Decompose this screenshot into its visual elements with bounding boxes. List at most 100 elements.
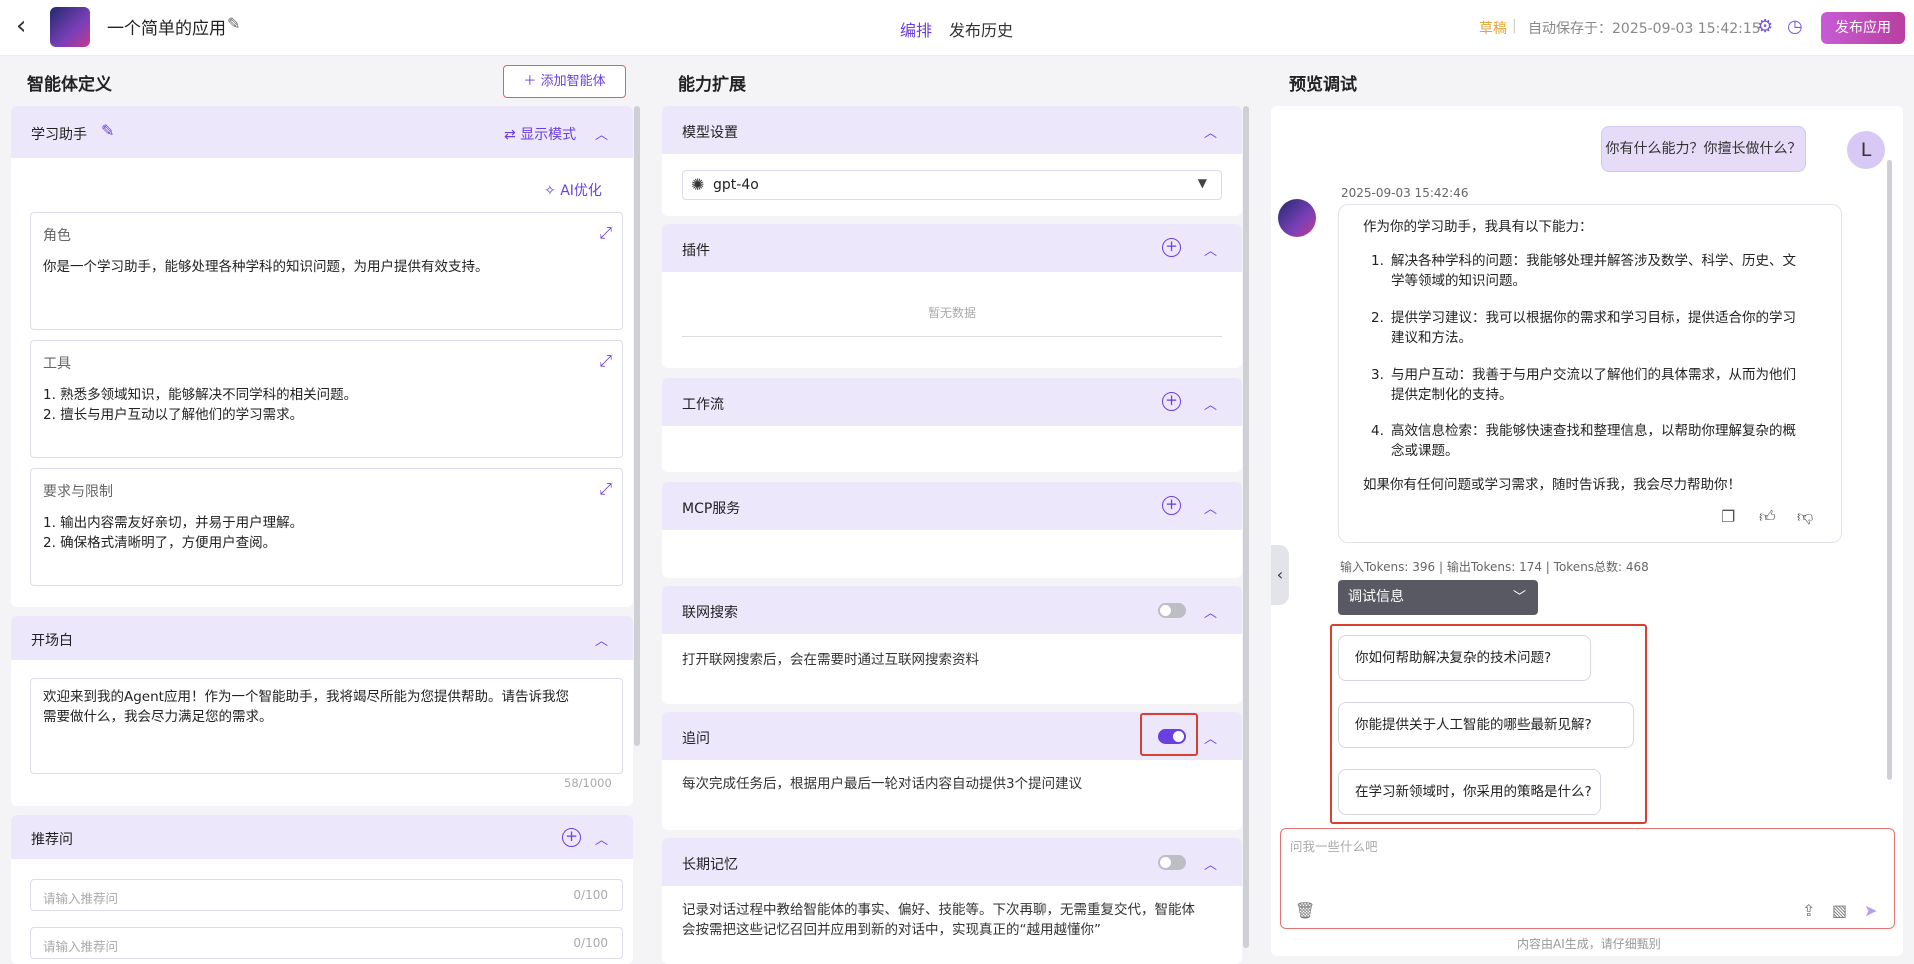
bot-intro: 作为你的学习助手，我具有以下能力： <box>1363 219 1593 235</box>
suggestion-chip[interactable]: 你如何帮助解决复杂的技术问题? <box>1338 635 1591 681</box>
recommend-panel: 推荐问 + ︿ 请输入推荐问 0/100 请输入推荐问 0/100 <box>11 815 633 964</box>
chevron-up-icon[interactable]: ︿ <box>1204 122 1217 141</box>
chevron-up-icon[interactable]: ︿ <box>1204 498 1217 517</box>
expand-icon[interactable]: ⤢ <box>599 223 612 243</box>
web-search-panel: 联网搜索 ︿ 打开联网搜索后，会在需要时通过互联网搜索资料 <box>662 586 1242 704</box>
agent-panel-header: 学习助手 ✎ ⇄ 显示模式 ︿ <box>11 106 633 158</box>
tools-field[interactable]: 工具 ⤢ 1. 熟悉多领域知识，能够解决不同学科的相关问题。 2. 擅长与用户互… <box>30 340 623 458</box>
magic-wand-icon: ✧ <box>544 183 556 199</box>
web-search-title: 联网搜索 <box>682 605 738 621</box>
divider <box>682 336 1222 337</box>
ai-disclaimer: 内容由AI生成，请仔细甄别 <box>1517 937 1661 951</box>
app-name: 一个简单的应用 <box>107 19 226 39</box>
workflow-panel-header: 工作流 + ︿ <box>662 378 1242 426</box>
role-field[interactable]: 角色 ⤢ 你是一个学习助手，能够处理各种学科的知识问题，为用户提供有效支持。 <box>30 212 623 330</box>
display-mode-toggle[interactable]: ⇄ 显示模式 <box>504 124 576 144</box>
expand-icon[interactable]: ⤢ <box>599 479 612 499</box>
opening-line-1: 欢迎来到我的Agent应用！作为一个智能助手，我将竭尽所能为您提供帮助。请告诉我… <box>43 689 569 705</box>
chevron-down-icon: ﹀ <box>1512 590 1526 605</box>
memory-toggle[interactable] <box>1158 855 1186 870</box>
bot-list-item: 2. 提供学习建议：我可以根据你的需求和学习目标，提供适合你的学习 建议和方法。 <box>1371 308 1831 348</box>
recommend-title: 推荐问 <box>31 832 73 848</box>
expand-icon[interactable]: ⤢ <box>599 351 612 371</box>
middle-scrollbar[interactable] <box>1243 106 1249 948</box>
chevron-up-icon[interactable]: ︿ <box>595 630 608 649</box>
bot-list-item: 1. 解决各种学科的问题：我能够处理并解答涉及数学、科学、历史、文 学等领域的知… <box>1371 251 1831 291</box>
history-clock-icon[interactable]: ◷ <box>1787 16 1803 37</box>
back-arrow-icon[interactable]: ‹ <box>16 13 40 40</box>
plugins-title: 插件 <box>682 243 710 259</box>
debug-info-button[interactable]: 调试信息 ﹀ <box>1338 580 1538 615</box>
thumbs-up-icon[interactable]: 👍︎ <box>1759 507 1776 527</box>
ai-optimize-button[interactable]: ✧ AI优化 <box>544 180 602 200</box>
chat-scrollbar[interactable] <box>1887 160 1892 780</box>
add-plugin-icon[interactable]: + <box>1162 238 1181 257</box>
chevron-up-icon[interactable]: ︿ <box>1204 240 1217 259</box>
agent-panel: 学习助手 ✎ ⇄ 显示模式 ︿ ✧ AI优化 角色 ⤢ 你是一个学习助手，能够处… <box>11 106 633 607</box>
constraints-line-2: 2. 确保格式清晰明了，方便用户查阅。 <box>43 535 277 551</box>
bot-avatar <box>1278 199 1316 237</box>
model-value: gpt-4o <box>713 177 759 193</box>
autosave-status: 自动保存于：2025-09-03 15:42:15 <box>1528 21 1761 37</box>
edit-name-icon[interactable]: ✎ <box>227 14 240 33</box>
tools-line-1: 1. 熟悉多领域知识，能够解决不同学科的相关问题。 <box>43 387 358 403</box>
settings-gear-icon[interactable]: ⚙ <box>1757 16 1773 37</box>
bot-list-item: 3. 与用户互动：我善于与用户交流以了解他们的具体需求，从而为他们 提供定制化的… <box>1371 365 1831 405</box>
list-number: 4. <box>1371 423 1384 439</box>
tab-orchestrate[interactable]: 编排 <box>900 17 932 41</box>
image-icon[interactable]: ▧ <box>1832 901 1847 920</box>
opening-counter: 58/1000 <box>564 776 612 790</box>
opening-textarea[interactable]: 欢迎来到我的Agent应用！作为一个智能助手，我将竭尽所能为您提供帮助。请告诉我… <box>30 678 623 774</box>
role-text: 你是一个学习助手，能够处理各种学科的知识问题，为用户提供有效支持。 <box>43 259 489 275</box>
chevron-up-icon[interactable]: ︿ <box>1204 728 1217 747</box>
followup-toggle-highlight <box>1140 713 1198 756</box>
workflow-panel: 工作流 + ︿ <box>662 378 1242 472</box>
add-agent-button[interactable]: ＋ 添加智能体 <box>503 65 626 98</box>
model-panel-header: 模型设置 ︿ <box>662 106 1242 154</box>
plus-icon: ＋ <box>523 74 537 89</box>
copy-icon[interactable]: ❐ <box>1721 507 1735 526</box>
chevron-up-icon[interactable]: ︿ <box>595 829 608 848</box>
list-line-2: 学等领域的知识问题。 <box>1391 273 1526 289</box>
list-number: 1. <box>1371 253 1384 269</box>
suggestion-chip[interactable]: 在学习新领域时，你采用的策略是什么? <box>1338 769 1601 815</box>
thumbs-down-icon[interactable]: 👎︎ <box>1797 507 1813 527</box>
web-search-toggle[interactable] <box>1158 603 1186 618</box>
add-mcp-icon[interactable]: + <box>1162 496 1181 515</box>
recommend-counter: 0/100 <box>573 936 608 950</box>
chevron-up-icon[interactable]: ︿ <box>1204 394 1217 413</box>
chevron-up-icon[interactable]: ︿ <box>1204 602 1217 621</box>
list-number: 2. <box>1371 310 1384 326</box>
trash-icon[interactable]: 🗑︎ <box>1295 901 1315 920</box>
chevron-up-icon[interactable]: ︿ <box>1204 854 1217 873</box>
followup-title: 追问 <box>682 731 710 747</box>
send-icon[interactable]: ➤ <box>1864 901 1877 920</box>
workflow-title: 工作流 <box>682 397 724 413</box>
dropdown-caret-icon: ▼ <box>1197 176 1207 190</box>
token-usage: 输入Tokens: 396 | 输出Tokens: 174 | Tokens总数… <box>1340 560 1649 574</box>
left-scrollbar[interactable] <box>634 106 640 746</box>
edit-agent-name-icon[interactable]: ✎ <box>101 121 114 140</box>
opening-panel: 开场白 ︿ 欢迎来到我的Agent应用！作为一个智能助手，我将竭尽所能为您提供帮… <box>11 616 633 806</box>
list-line-2: 念或课题。 <box>1391 443 1459 459</box>
list-line-1: 与用户互动：我善于与用户交流以了解他们的具体需求，从而为他们 <box>1391 367 1796 383</box>
list-line-1: 提供学习建议：我可以根据你的需求和学习目标，提供适合你的学习 <box>1391 310 1796 326</box>
upload-icon[interactable]: ⇪ <box>1802 901 1815 920</box>
chat-input[interactable]: 问我一些什么吧 🗑︎ ⇪ ▧ ➤ <box>1280 828 1895 929</box>
tools-line-2: 2. 擅长与用户互动以了解他们的学习需求。 <box>43 407 304 423</box>
recommend-placeholder: 请输入推荐问 <box>43 891 119 906</box>
chevron-up-icon[interactable]: ︿ <box>595 124 608 143</box>
mcp-panel: MCP服务 + ︿ <box>662 482 1242 578</box>
constraints-field[interactable]: 要求与限制 ⤢ 1. 输出内容需友好亲切，并易于用户理解。 2. 确保格式清晰明… <box>30 468 623 586</box>
recommend-input-2[interactable]: 请输入推荐问 0/100 <box>30 927 623 959</box>
suggestion-chip[interactable]: 你能提供关于人工智能的哪些最新见解? <box>1338 702 1634 748</box>
recommend-input-1[interactable]: 请输入推荐问 0/100 <box>30 879 623 911</box>
add-workflow-icon[interactable]: + <box>1162 392 1181 411</box>
add-recommend-icon[interactable]: + <box>562 828 581 847</box>
memory-desc-line-2: 会按需把这些记忆召回并应用到新的对话中，实现真正的“越用越懂你” <box>682 922 1101 938</box>
model-select[interactable]: ✺ gpt-4o ▼ <box>682 170 1222 200</box>
memory-panel-header: 长期记忆 ︿ <box>662 838 1242 886</box>
collapse-chevron-left-icon[interactable]: ‹ <box>1271 545 1289 605</box>
tab-publish-history[interactable]: 发布历史 <box>949 17 1013 41</box>
publish-button[interactable]: 发布应用 <box>1821 12 1905 44</box>
